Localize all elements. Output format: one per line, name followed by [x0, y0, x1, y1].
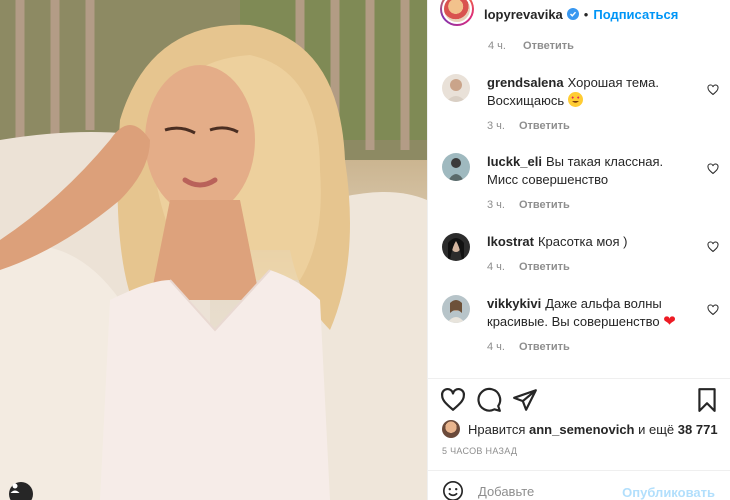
- publish-button[interactable]: Опубликовать: [622, 485, 715, 500]
- comment-meta: 4 ч. Ответить: [487, 261, 570, 273]
- comment-time: 4 ч.: [487, 341, 505, 353]
- like-comment-heart-icon[interactable]: [707, 304, 719, 316]
- previous-comment-meta: 4 ч. Ответить: [488, 40, 574, 52]
- like-heart-icon[interactable]: [440, 387, 466, 413]
- person-icon: [10, 483, 20, 493]
- heart-eyes-emoji-icon: [567, 92, 583, 107]
- post-image: [0, 0, 427, 500]
- comment-meta: 3 ч. Ответить: [487, 120, 570, 132]
- add-comment-row: Опубликовать: [428, 478, 730, 500]
- comment-text: lkostrat Красотка моя ): [487, 233, 697, 251]
- comment-meta: 4 ч. Ответить: [487, 341, 570, 353]
- likes-prefix: Нравится: [468, 421, 526, 437]
- emoji-smile-icon[interactable]: [442, 480, 464, 500]
- comment-text: grendsalena Хорошая тема. Восхищаюсь: [487, 74, 697, 110]
- post-side-panel: lopyrevavika • Подписаться 4 ч. Ответить…: [427, 0, 730, 500]
- liker-username[interactable]: ann_semenovich: [529, 422, 635, 437]
- post-action-bar: [440, 387, 720, 413]
- post-timestamp[interactable]: 5 ЧАСОВ НАЗАД: [442, 446, 517, 456]
- comment-meta: 3 ч. Ответить: [487, 199, 570, 211]
- commenter-username[interactable]: lkostrat: [487, 234, 534, 249]
- user-tag-button[interactable]: [9, 482, 33, 500]
- like-comment-heart-icon[interactable]: [707, 241, 719, 253]
- likes-summary: Нравится ann_semenovich и ещё 38 771: [442, 420, 718, 438]
- author-username[interactable]: lopyrevavika: [484, 7, 563, 22]
- comment-text: vikkykivi Даже альфа волны красивые. Вы с…: [487, 295, 697, 331]
- follow-button[interactable]: Подписаться: [593, 7, 678, 22]
- comment-time: 3 ч.: [487, 120, 505, 132]
- reply-button[interactable]: Ответить: [519, 261, 570, 273]
- commenter-username[interactable]: vikkykivi: [487, 296, 541, 311]
- commenter-avatar[interactable]: [442, 233, 470, 261]
- reply-button[interactable]: Ответить: [519, 199, 570, 211]
- post-photo[interactable]: [0, 0, 427, 500]
- verified-badge-icon: [566, 8, 579, 20]
- commenter-username[interactable]: grendsalena: [487, 75, 564, 90]
- comment-bubble-icon[interactable]: [476, 387, 502, 413]
- reply-button[interactable]: Ответить: [519, 341, 570, 353]
- post-header: lopyrevavika • Подписаться: [428, 0, 730, 28]
- comment-text: luckk_eli Вы такая классная. Мисс соверше…: [487, 153, 697, 189]
- comment-time: 3 ч.: [487, 199, 505, 211]
- red-heart-emoji-icon: ❤: [663, 313, 676, 330]
- commenter-avatar[interactable]: [442, 153, 470, 181]
- comment-time: 4 ч.: [488, 40, 506, 52]
- commenter-username[interactable]: luckk_eli: [487, 154, 542, 169]
- commenter-avatar[interactable]: [442, 74, 470, 102]
- add-comment-input[interactable]: [478, 484, 618, 499]
- comment-content: Красотка моя ): [537, 234, 628, 249]
- like-comment-heart-icon[interactable]: [707, 163, 719, 175]
- author-avatar[interactable]: [440, 0, 474, 26]
- share-paper-plane-icon[interactable]: [512, 387, 538, 413]
- reply-button[interactable]: Ответить: [519, 120, 570, 132]
- divider: [428, 470, 730, 471]
- divider: [428, 378, 730, 379]
- liker-avatar[interactable]: [442, 420, 460, 438]
- likes-middle: и ещё: [638, 421, 675, 437]
- reply-button[interactable]: Ответить: [523, 40, 574, 52]
- like-comment-heart-icon[interactable]: [707, 84, 719, 96]
- header-separator: •: [583, 6, 589, 22]
- commenter-avatar[interactable]: [442, 295, 470, 323]
- likes-count[interactable]: 38 771: [678, 422, 718, 437]
- comment-time: 4 ч.: [487, 261, 505, 273]
- save-bookmark-icon[interactable]: [694, 387, 720, 413]
